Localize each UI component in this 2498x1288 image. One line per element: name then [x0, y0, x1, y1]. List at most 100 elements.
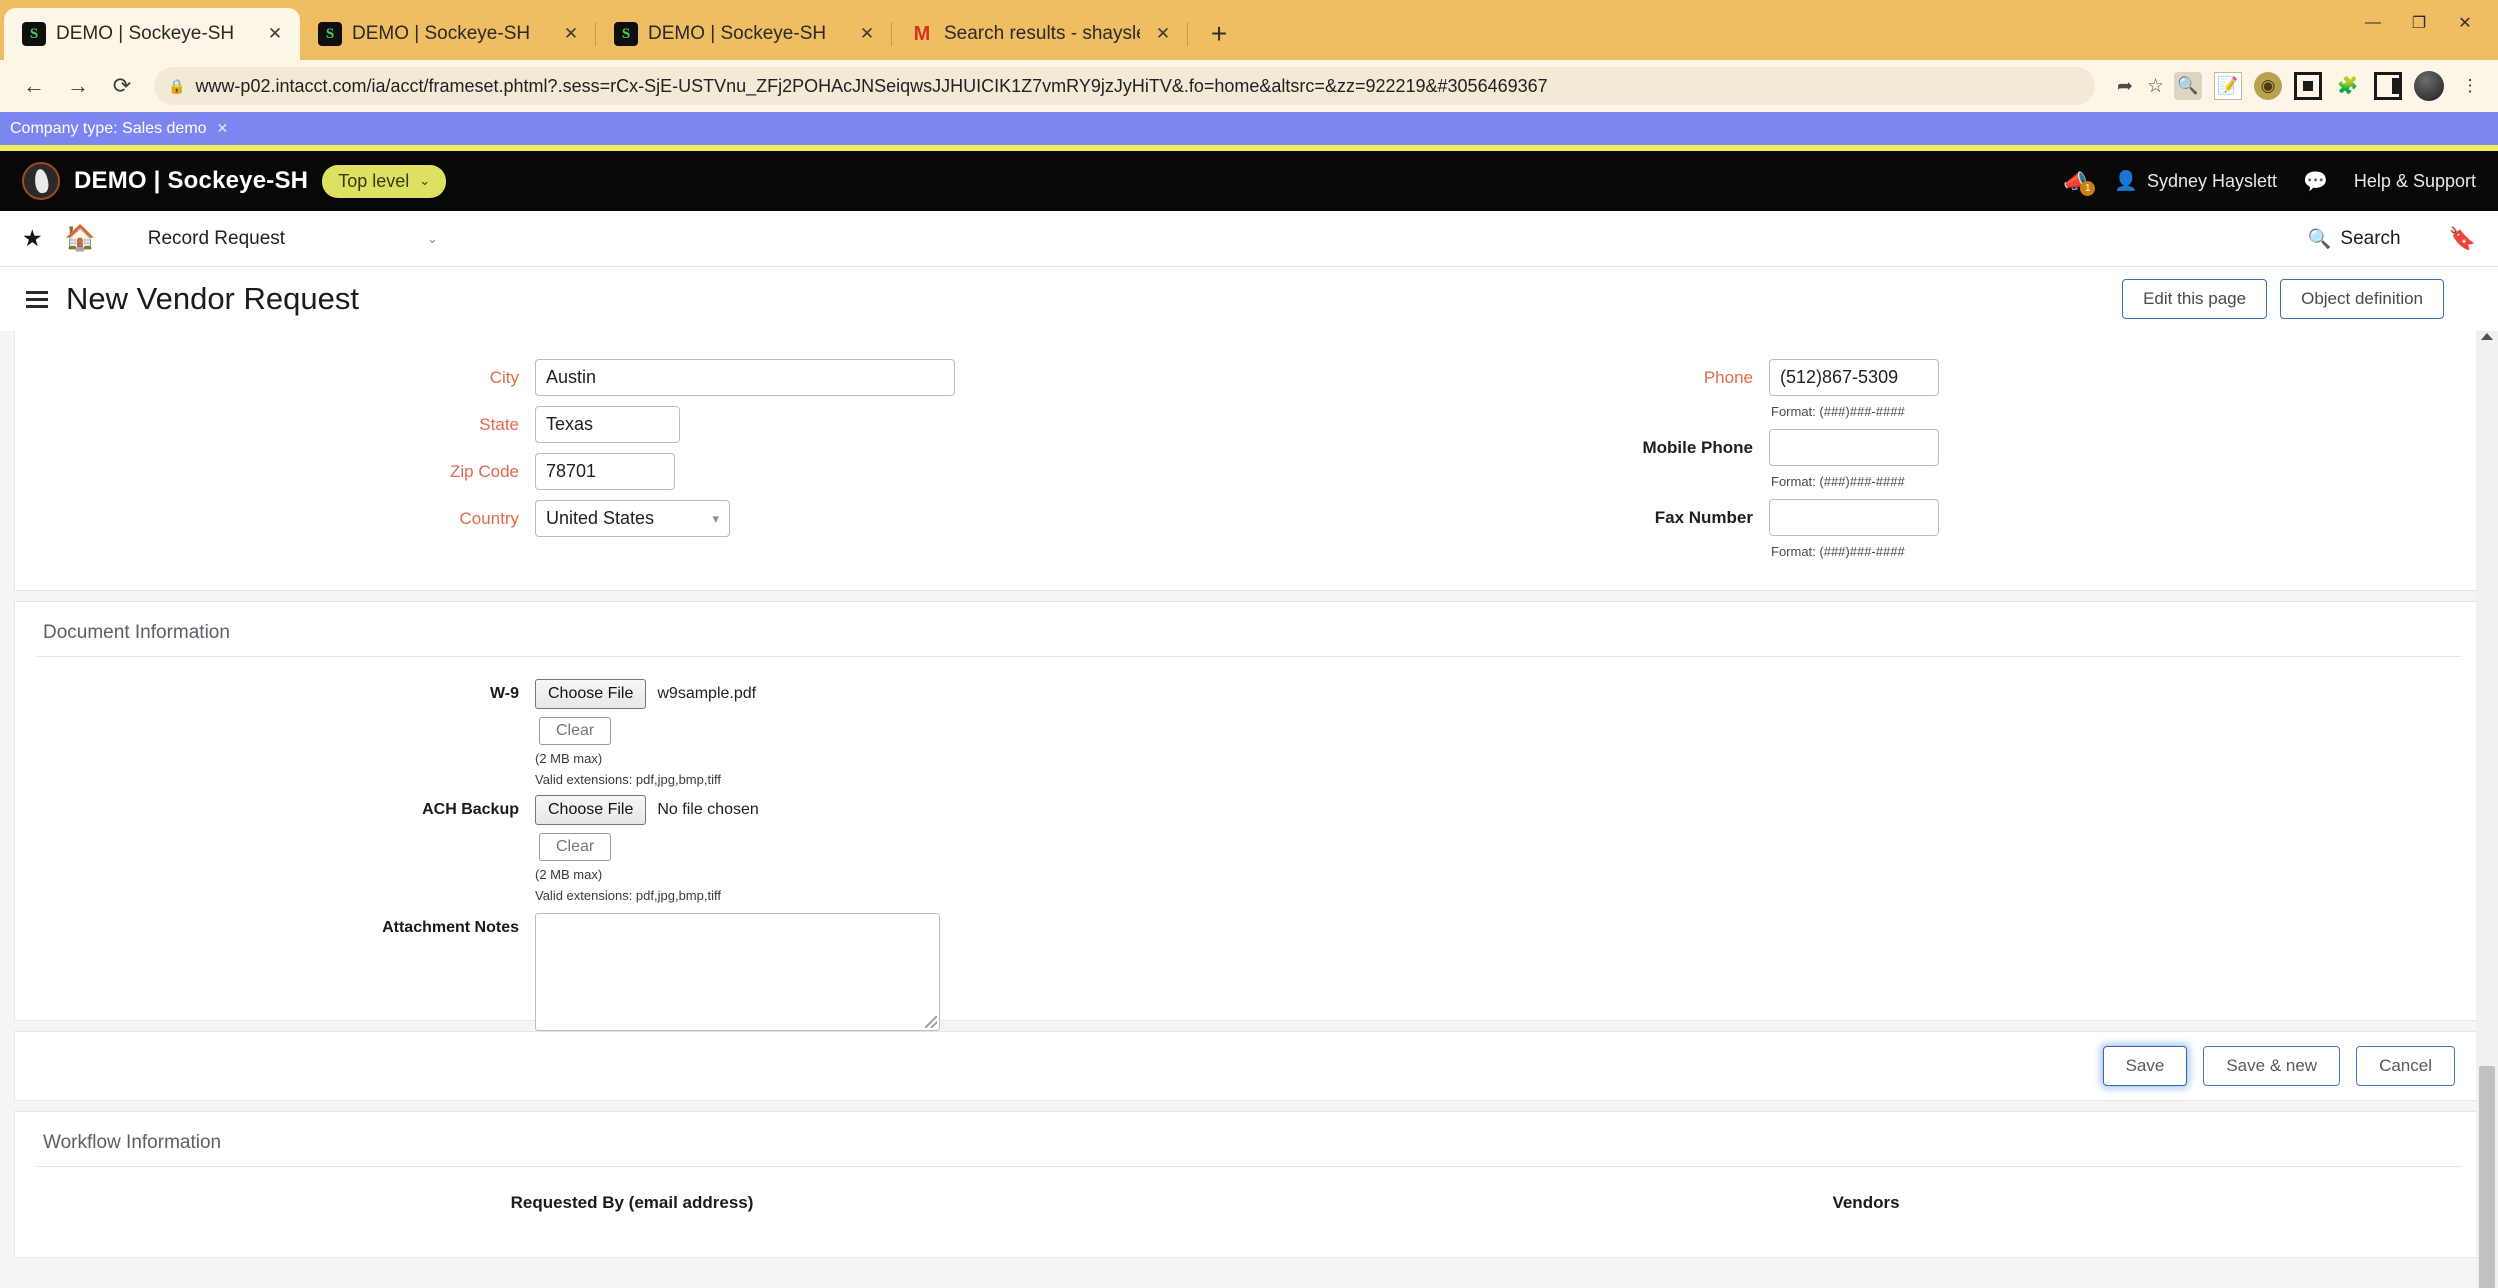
- intacct-s-icon: S: [614, 22, 638, 46]
- close-icon[interactable]: ✕: [262, 21, 288, 47]
- minimize-icon[interactable]: —: [2350, 6, 2396, 40]
- cancel-button[interactable]: Cancel: [2356, 1046, 2455, 1086]
- ach-backup-clear-button[interactable]: Clear: [539, 833, 612, 861]
- browser-tab[interactable]: S DEMO | Sockeye-SH ✕: [300, 8, 596, 60]
- user-menu[interactable]: 👤 Sydney Hayslett: [2114, 169, 2277, 193]
- browser-tab[interactable]: S DEMO | Sockeye-SH ✕: [596, 8, 892, 60]
- ach-backup-file-name: No file chosen: [657, 801, 759, 818]
- browser-tab[interactable]: M Search results - shayslettatsocke ✕: [892, 8, 1188, 60]
- list-menu-icon[interactable]: [26, 290, 48, 308]
- banner-text: Company type: Sales demo: [10, 119, 207, 137]
- scrollbar-thumb[interactable]: [2479, 1066, 2495, 1288]
- browser-tab[interactable]: S DEMO | Sockeye-SH ✕: [4, 8, 300, 60]
- form-row-state: State Texas: [15, 406, 1249, 443]
- help-support-link[interactable]: Help & Support: [2354, 171, 2476, 192]
- window-controls: — ❐ ✕: [2350, 6, 2488, 40]
- attachment-notes-label: Attachment Notes: [382, 919, 519, 936]
- object-definition-button[interactable]: Object definition: [2280, 279, 2444, 319]
- workflow-information-heading: Workflow Information: [43, 1132, 222, 1153]
- mobile-phone-format-hint: Format: (###)###-####: [1771, 474, 1905, 489]
- city-label: City: [489, 368, 519, 387]
- search-icon[interactable]: 🔍: [2174, 72, 2202, 100]
- browser-tab-title: DEMO | Sockeye-SH: [352, 23, 531, 44]
- notes-icon[interactable]: 📝: [2214, 72, 2242, 100]
- page-render-stats: Page rendered in 20 ms, loaded in 378 ms…: [0, 1268, 2498, 1288]
- mobile-phone-input[interactable]: [1769, 429, 1939, 466]
- country-select[interactable]: United States ▾: [535, 500, 730, 537]
- w9-max-size-note: (2 MB max): [535, 751, 603, 766]
- scroll-up-arrow-icon[interactable]: [2481, 333, 2493, 340]
- chevron-down-icon: ⌄: [419, 173, 431, 188]
- address-bar[interactable]: 🔒 www-p02.intacct.com/ia/acct/frameset.p…: [154, 67, 2096, 105]
- w9-clear-button[interactable]: Clear: [539, 717, 612, 745]
- app-brand-title: DEMO | Sockeye-SH: [74, 167, 309, 194]
- country-label: Country: [459, 509, 519, 528]
- fax-number-input[interactable]: [1769, 499, 1939, 536]
- form-row-zip: Zip Code 78701: [15, 453, 1249, 490]
- circle-extension-icon[interactable]: ◉: [2254, 72, 2282, 100]
- profile-avatar[interactable]: [2414, 71, 2444, 101]
- save-and-new-button[interactable]: Save & new: [2203, 1046, 2341, 1086]
- home-icon[interactable]: 🏠: [65, 224, 96, 253]
- form-row-city: City Austin: [15, 359, 1249, 396]
- banner-close-icon[interactable]: ✕: [217, 120, 229, 137]
- announcement-badge: 1: [2080, 180, 2096, 196]
- attachment-notes-textarea[interactable]: [535, 913, 940, 1031]
- close-icon[interactable]: ✕: [854, 21, 880, 47]
- fax-number-control: Format: (###)###-####: [1769, 499, 2483, 569]
- bookmark-icon[interactable]: 🔖: [2449, 226, 2476, 252]
- puzzle-icon[interactable]: 🧩: [2334, 72, 2362, 100]
- omnibox-actions: ➦ ☆: [2107, 75, 2164, 98]
- ach-backup-choose-file-button[interactable]: Choose File: [535, 795, 647, 825]
- page-scrollbar[interactable]: [2476, 331, 2498, 1288]
- form-row-country: Country United States ▾: [15, 500, 1249, 537]
- zip-code-label: Zip Code: [450, 462, 519, 481]
- intacct-s-icon: S: [22, 22, 46, 46]
- star-icon[interactable]: ☆: [2147, 75, 2164, 98]
- share-icon[interactable]: ➦: [2117, 75, 2133, 98]
- announcements-button[interactable]: 📣 1: [2063, 169, 2096, 196]
- chevron-down-icon: ⌄: [426, 230, 438, 246]
- star-icon[interactable]: ★: [22, 225, 43, 252]
- close-icon[interactable]: ✕: [558, 21, 584, 47]
- person-icon: 👤: [2114, 171, 2138, 192]
- workflow-column-vendors: Vendors: [1249, 1193, 2483, 1213]
- country-control: United States ▾: [535, 500, 1249, 537]
- close-icon[interactable]: ✕: [1150, 21, 1176, 47]
- page-title: New Vendor Request: [66, 281, 359, 316]
- state-input[interactable]: Texas: [535, 406, 680, 443]
- intacct-s-icon: S: [318, 22, 342, 46]
- w9-choose-file-button[interactable]: Choose File: [535, 679, 647, 709]
- maximize-icon[interactable]: ❐: [2396, 6, 2442, 40]
- ach-backup-label: ACH Backup: [422, 801, 519, 818]
- form-row-phone: Phone (512)867-5309 Format: (###)###-###…: [1249, 359, 2483, 429]
- chat-button[interactable]: 💬: [2303, 169, 2328, 194]
- reload-icon[interactable]: ⟳: [102, 66, 142, 106]
- phone-format-hint: Format: (###)###-####: [1771, 404, 1905, 419]
- attachment-notes-control: [535, 913, 2483, 1031]
- city-input[interactable]: Austin: [535, 359, 955, 396]
- page-title-bar: New Vendor Request Edit this page Object…: [0, 267, 2498, 331]
- gmail-icon: M: [913, 23, 931, 45]
- fax-number-label: Fax Number: [1654, 508, 1753, 527]
- module-selector[interactable]: Record Request ⌄: [148, 228, 438, 250]
- square-extension-icon[interactable]: [2294, 72, 2322, 100]
- forward-icon[interactable]: →: [58, 66, 98, 106]
- resize-grip-icon[interactable]: [925, 1016, 937, 1028]
- back-icon[interactable]: ←: [14, 66, 54, 106]
- zip-code-input[interactable]: 78701: [535, 453, 675, 490]
- entity-selector[interactable]: Top level ⌄: [322, 164, 447, 198]
- kebab-menu-icon[interactable]: ⋮: [2456, 72, 2484, 100]
- user-name-label: Sydney Hayslett: [2146, 170, 2278, 191]
- close-window-icon[interactable]: ✕: [2442, 6, 2488, 40]
- header-actions: 📣 1 👤 Sydney Hayslett 💬 Help & Support: [2063, 169, 2476, 196]
- w9-extensions-note: Valid extensions: pdf,jpg,bmp,tiff: [535, 772, 721, 787]
- global-search-button[interactable]: 🔍 Search: [2308, 227, 2401, 251]
- edit-this-page-button[interactable]: Edit this page: [2122, 279, 2268, 319]
- new-tab-button[interactable]: +: [1198, 13, 1240, 55]
- module-selector-label: Record Request: [147, 227, 286, 249]
- save-button[interactable]: Save: [2102, 1046, 2188, 1086]
- phone-input[interactable]: (512)867-5309: [1769, 359, 1939, 396]
- browser-tab-title: DEMO | Sockeye-SH: [56, 23, 235, 44]
- side-panel-icon[interactable]: [2374, 72, 2402, 100]
